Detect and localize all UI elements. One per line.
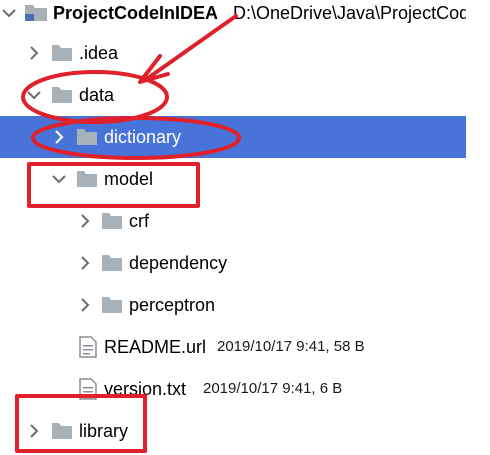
chevron-right-icon[interactable] — [77, 200, 93, 242]
folder-icon — [51, 422, 73, 440]
chevron-right-icon[interactable] — [26, 32, 42, 74]
tree-item-label: library — [79, 421, 129, 441]
project-tree: ProjectCodeInIDEA D:\OneDrive\Java\Proje… — [0, 0, 490, 455]
file-meta: 2019/10/17 9:41, 6 B — [203, 380, 343, 397]
tree-row-readme[interactable]: README.url 2019/10/17 9:41, 58 B — [0, 326, 466, 368]
folder-icon — [101, 296, 123, 314]
chevron-down-icon[interactable] — [26, 74, 42, 116]
folder-icon — [76, 128, 98, 146]
chevron-right-icon[interactable] — [77, 242, 93, 284]
tree-item-label: crf — [129, 211, 149, 231]
project-root-path: D:\OneDrive\Java\ProjectCod — [233, 3, 470, 23]
tree-row-library[interactable]: library — [0, 410, 466, 452]
tree-row-data[interactable]: data — [0, 74, 466, 116]
tree-row-dictionary[interactable]: dictionary — [0, 116, 466, 158]
tree-item-label: .idea — [79, 43, 119, 63]
tree-item-label: data — [79, 85, 115, 105]
tree-row-dependency[interactable]: dependency — [0, 242, 466, 284]
file-icon — [79, 336, 97, 358]
folder-icon — [101, 254, 123, 272]
chevron-down-icon[interactable] — [1, 0, 17, 34]
file-meta: 2019/10/17 9:41, 58 B — [217, 338, 365, 355]
project-root-name: ProjectCodeInIDEA — [53, 3, 219, 23]
chevron-down-icon[interactable] — [51, 158, 67, 200]
tree-row-model[interactable]: model — [0, 158, 466, 200]
tree-item-label: model — [104, 169, 154, 189]
module-folder-icon — [24, 4, 47, 22]
chevron-right-icon[interactable] — [77, 284, 93, 326]
tree-row-version[interactable]: version.txt 2019/10/17 9:41, 6 B — [0, 368, 466, 410]
tree-row-perceptron[interactable]: perceptron — [0, 284, 466, 326]
folder-icon — [76, 170, 98, 188]
tree-item-label: dependency — [129, 253, 228, 273]
tree-item-label: README.url — [104, 337, 207, 357]
tree-item-label: perceptron — [129, 295, 216, 315]
tree-row-crf[interactable]: crf — [0, 200, 466, 242]
tree-item-label: version.txt — [104, 379, 187, 399]
file-icon — [79, 378, 97, 400]
folder-icon — [51, 44, 73, 62]
folder-icon — [51, 86, 73, 104]
tree-item-label: dictionary — [104, 127, 182, 147]
tree-row-idea[interactable]: .idea — [0, 32, 466, 74]
tree-row-project-root[interactable]: ProjectCodeInIDEA D:\OneDrive\Java\Proje… — [0, 0, 470, 34]
scrollbar-gutter[interactable] — [466, 0, 490, 455]
chevron-right-icon[interactable] — [26, 410, 42, 452]
chevron-right-icon[interactable] — [51, 116, 67, 158]
folder-icon — [101, 212, 123, 230]
